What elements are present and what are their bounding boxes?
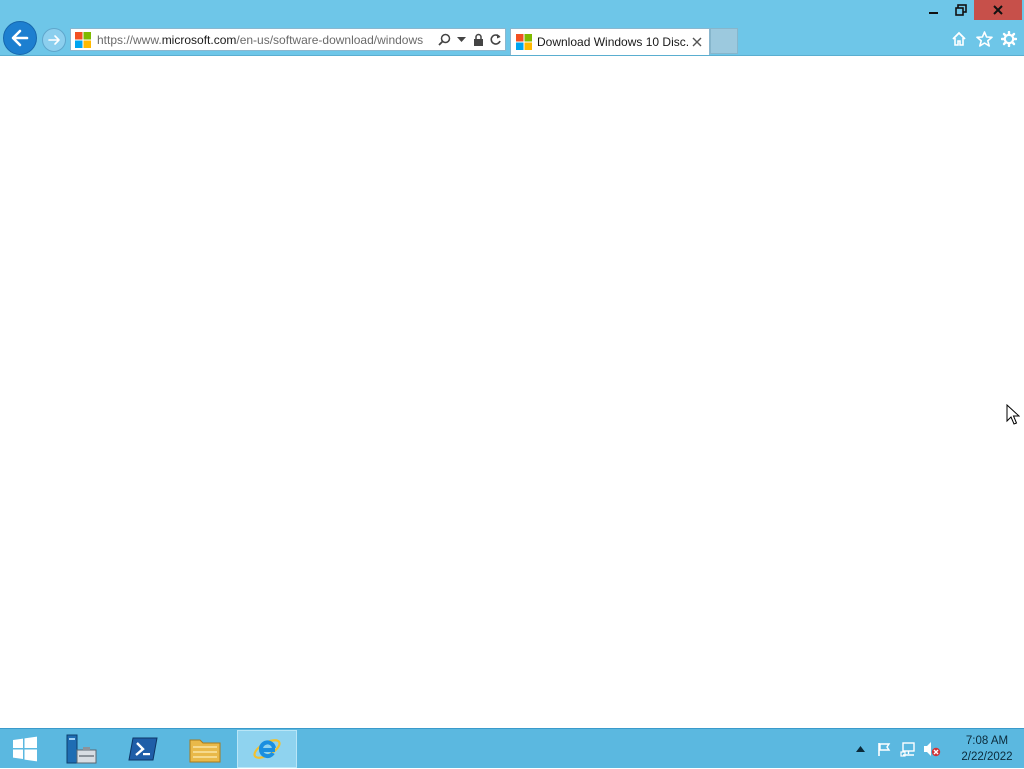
home-icon[interactable]	[950, 30, 968, 48]
url-path: /en-us/software-download/windows	[236, 32, 424, 47]
taskbar: 7:08 AM 2/22/2022	[0, 728, 1024, 768]
network-icon[interactable]	[898, 739, 918, 759]
favorites-star-icon[interactable]	[975, 30, 993, 48]
volume-muted-icon[interactable]	[922, 739, 942, 759]
restore-icon	[954, 4, 967, 16]
settings-gear-icon[interactable]	[1000, 30, 1018, 48]
forward-button[interactable]	[42, 28, 66, 52]
url-prefix: https://www.	[97, 32, 162, 47]
close-icon	[993, 5, 1003, 15]
window-controls	[920, 0, 1022, 20]
page-content[interactable]	[0, 56, 1024, 728]
mouse-cursor-icon	[1006, 404, 1020, 425]
taskbar-file-explorer[interactable]	[178, 730, 232, 768]
tab-download-windows-10[interactable]: Download Windows 10 Disc...	[510, 28, 710, 55]
server-manager-icon	[66, 734, 97, 764]
tab-title: Download Windows 10 Disc...	[537, 35, 690, 49]
refresh-icon[interactable]	[488, 32, 502, 48]
browser-toolbar	[950, 30, 1018, 48]
url-domain: microsoft.com	[161, 32, 237, 47]
microsoft-logo-icon	[516, 34, 532, 50]
tab-close-icon[interactable]	[690, 35, 704, 49]
forward-arrow-icon	[48, 35, 60, 45]
show-hidden-icons-arrow-icon[interactable]	[850, 739, 870, 759]
internet-explorer-icon	[253, 739, 281, 759]
close-button[interactable]	[974, 0, 1022, 20]
minimize-button[interactable]	[920, 0, 947, 20]
address-bar[interactable]: https://www.microsoft.com/en-us/software…	[70, 28, 506, 51]
dropdown-arrow-icon[interactable]	[454, 32, 468, 48]
start-button[interactable]	[0, 730, 50, 768]
minimize-icon	[928, 12, 938, 14]
taskbar-internet-explorer[interactable]	[237, 730, 297, 768]
back-button[interactable]	[3, 21, 37, 55]
search-icon[interactable]	[437, 32, 451, 48]
taskbar-powershell[interactable]	[117, 730, 169, 768]
back-arrow-icon	[11, 29, 29, 47]
address-url[interactable]: https://www.microsoft.com/en-us/software…	[97, 33, 437, 47]
lock-icon[interactable]	[471, 32, 485, 48]
clock-date: 2/22/2022	[961, 751, 1013, 763]
action-center-flag-icon[interactable]	[874, 739, 894, 759]
microsoft-logo-icon	[75, 31, 91, 48]
new-tab-button[interactable]	[710, 28, 738, 54]
taskbar-clock[interactable]: 7:08 AM 2/22/2022	[950, 733, 1024, 765]
clock-time: 7:08 AM	[965, 735, 1009, 747]
system-tray: 7:08 AM 2/22/2022	[850, 729, 1024, 769]
browser-frame: https://www.microsoft.com/en-us/software…	[0, 0, 1024, 56]
windows-logo-icon	[13, 736, 37, 762]
powershell-icon	[128, 737, 158, 761]
restore-button[interactable]	[947, 0, 974, 20]
taskbar-server-manager[interactable]	[56, 730, 106, 768]
folder-icon	[189, 739, 221, 763]
